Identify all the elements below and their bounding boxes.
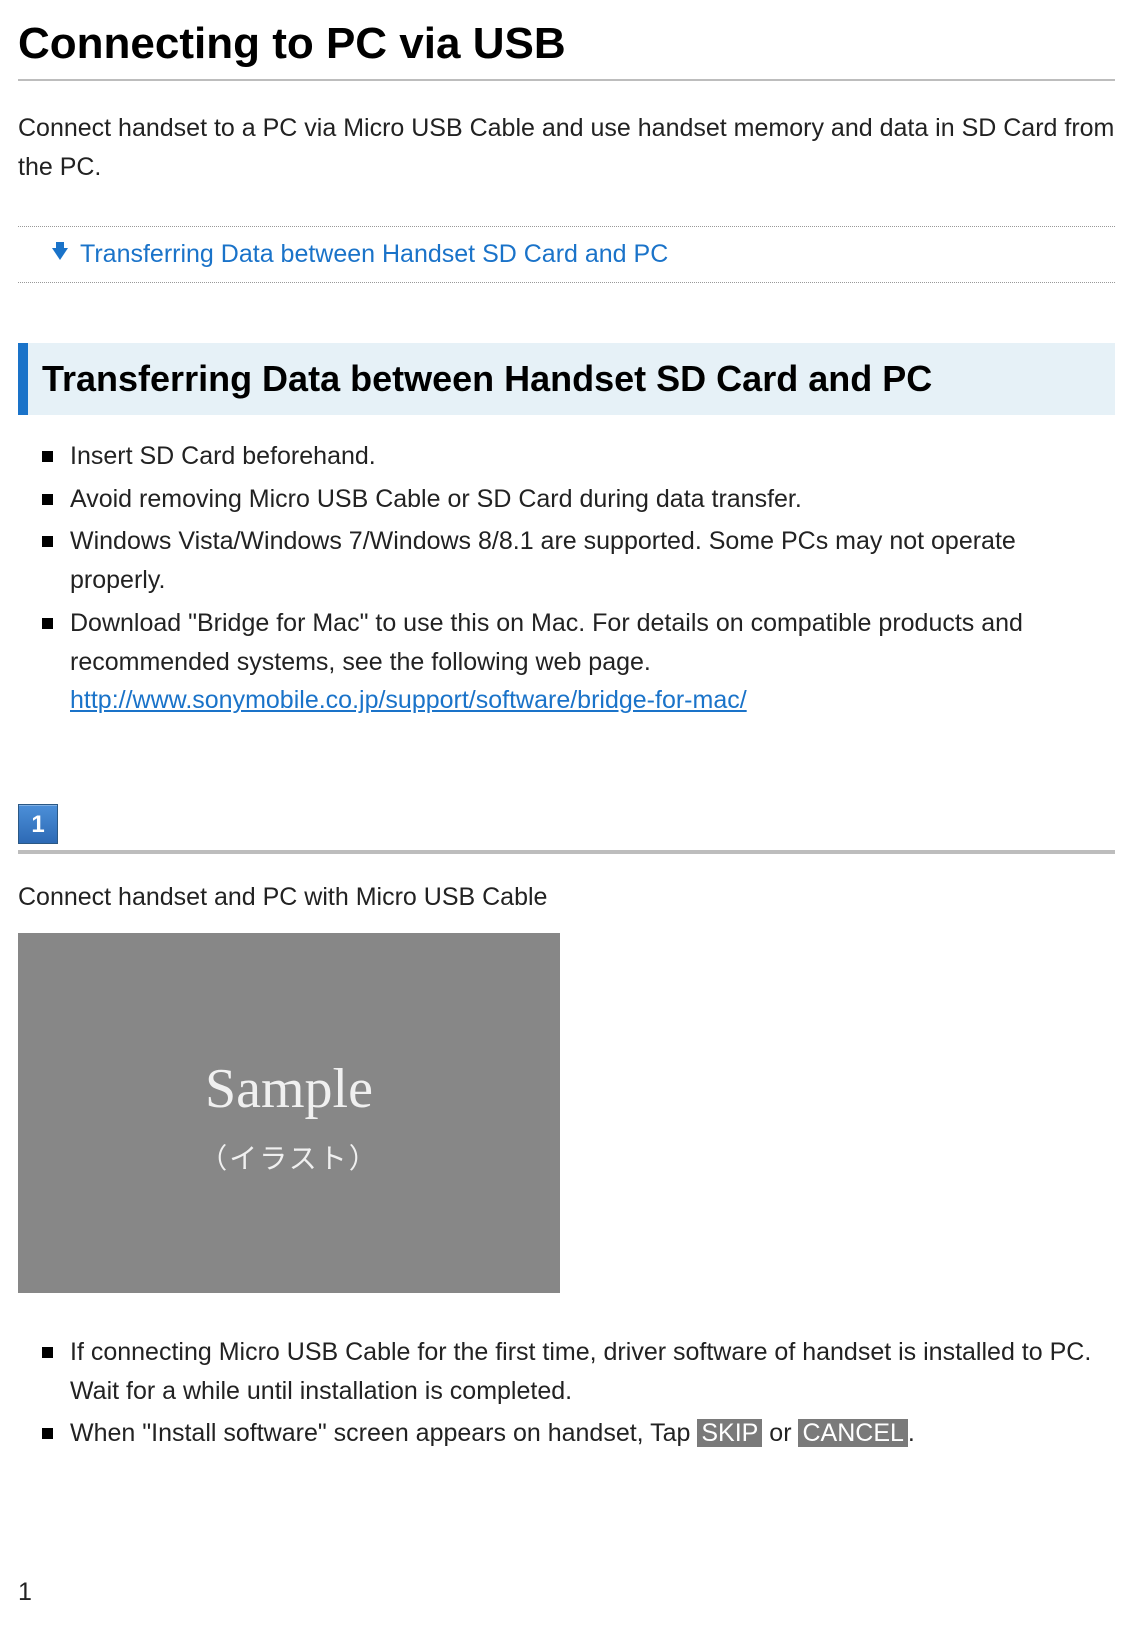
list-item: Download "Bridge for Mac" to use this on… [42,604,1115,720]
note-text-part: or [762,1419,798,1447]
down-arrow-icon [52,248,68,260]
step-notes-list: If connecting Micro USB Cable for the fi… [18,1333,1115,1453]
list-item: If connecting Micro USB Cable for the fi… [42,1333,1115,1411]
note-text: Download "Bridge for Mac" to use this on… [70,609,1023,676]
list-item: Insert SD Card beforehand. [42,437,1115,476]
list-item: When "Install software" screen appears o… [42,1414,1115,1453]
sample-illustration: Sample （イラスト） [18,933,560,1293]
step-number-badge: 1 [18,804,58,844]
toc-link[interactable]: Transferring Data between Handset SD Car… [80,240,668,268]
step-instruction: Connect handset and PC with Micro USB Ca… [18,878,1115,917]
note-text-part: When "Install software" screen appears o… [70,1419,697,1447]
sample-text: Sample [205,1046,373,1133]
bridge-for-mac-link[interactable]: http://www.sonymobile.co.jp/support/soft… [70,686,747,714]
note-text-part: . [908,1419,915,1447]
toc-box: Transferring Data between Handset SD Car… [18,226,1115,283]
notes-list: Insert SD Card beforehand. Avoid removin… [18,437,1115,720]
list-item: Avoid removing Micro USB Cable or SD Car… [42,480,1115,519]
section-heading-text: Transferring Data between Handset SD Car… [42,358,932,399]
list-item: Windows Vista/Windows 7/Windows 8/8.1 ar… [42,522,1115,600]
sample-subtext: （イラスト） [199,1137,378,1180]
intro-text: Connect handset to a PC via Micro USB Ca… [18,109,1115,187]
title-rule [18,79,1115,81]
page-title: Connecting to PC via USB [18,18,1115,71]
page-number: 1 [18,1573,1115,1612]
cancel-button-label: CANCEL [798,1419,907,1447]
skip-button-label: SKIP [697,1419,762,1447]
step-rule [18,850,1115,854]
section-heading: Transferring Data between Handset SD Car… [18,343,1115,415]
